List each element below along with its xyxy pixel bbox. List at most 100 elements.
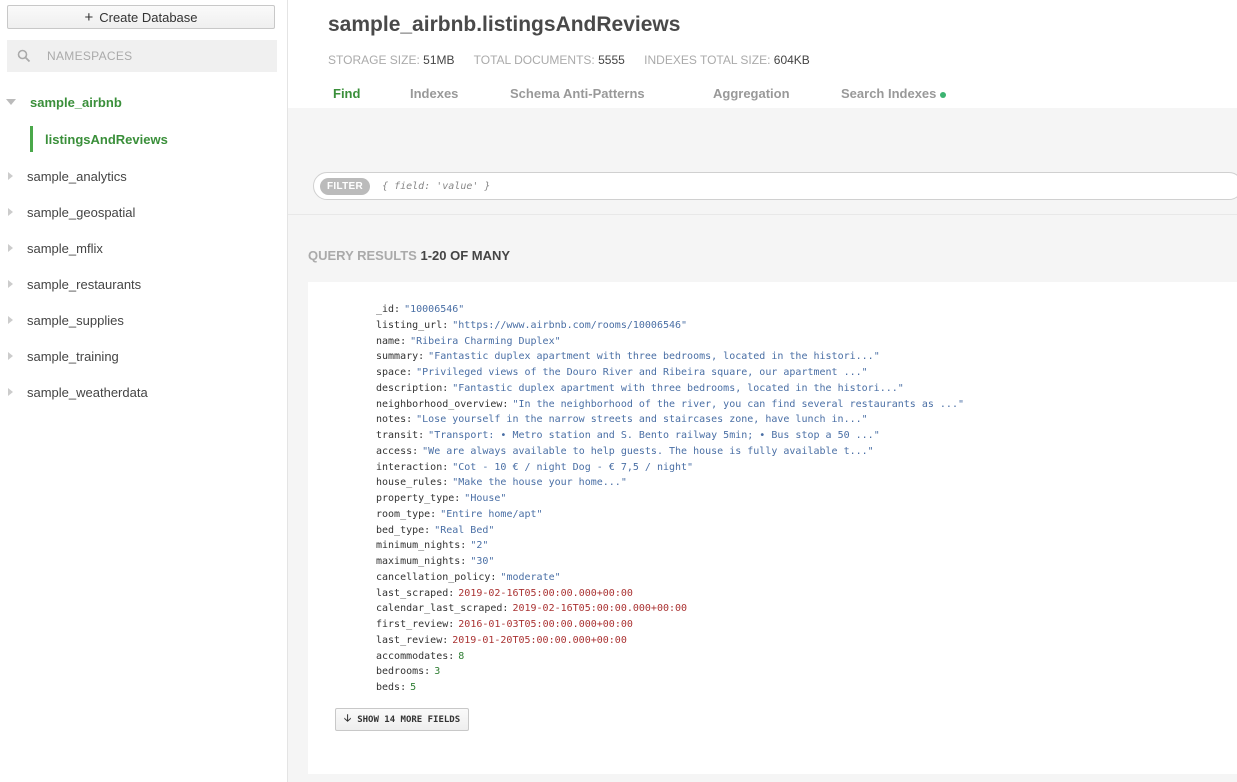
document-field[interactable]: last_review: 2019-01-20T05:00:00.000+00:0… xyxy=(376,633,964,649)
field-key: property_type: xyxy=(376,493,461,504)
field-value: "Privileged views of the Douro River and… xyxy=(416,367,868,378)
document-field[interactable]: listing_url: "https://www.airbnb.com/room… xyxy=(376,318,964,334)
field-key: accommodates: xyxy=(376,650,455,662)
document-field[interactable]: neighborhood_overview: "In the neighborho… xyxy=(376,397,964,413)
document-field[interactable]: minimum_nights: "2" xyxy=(376,538,964,554)
database-list: sample_airbnb listingsAndReviews sample_… xyxy=(0,84,287,410)
field-value: "Real Bed" xyxy=(434,524,495,536)
field-key: description: xyxy=(376,382,449,394)
field-value: "Fantastic duplex apartment with three b… xyxy=(452,382,904,394)
field-key: interaction: xyxy=(376,461,449,473)
field-value: "Ribeira Charming Duplex" xyxy=(410,335,561,347)
stat-label: TOTAL DOCUMENTS: xyxy=(473,53,595,67)
sidebar-item-sample-training[interactable]: sample_training xyxy=(0,338,287,374)
filter-bar: FILTER xyxy=(313,172,1237,200)
search-icon xyxy=(17,49,31,63)
field-value: 3 xyxy=(434,666,441,678)
indexes-size-stat: INDEXES TOTAL SIZE: 604KB xyxy=(644,53,810,67)
caret-right-icon[interactable] xyxy=(8,244,13,252)
caret-right-icon[interactable] xyxy=(8,280,13,288)
field-value: "moderate" xyxy=(500,571,561,583)
filter-label: FILTER xyxy=(320,177,371,195)
document-field[interactable]: house_rules: "Make the house your home...… xyxy=(376,475,964,491)
caret-down-icon[interactable] xyxy=(6,99,16,105)
stat-value: 5555 xyxy=(598,53,625,67)
document-field[interactable]: space: "Privileged views of the Douro Riv… xyxy=(376,365,964,381)
document-field[interactable]: maximum_nights: "30" xyxy=(376,554,964,570)
stat-label: STORAGE SIZE: xyxy=(328,53,420,67)
document-field[interactable]: transit: "Transport: • Metro station and … xyxy=(376,428,964,444)
caret-right-icon[interactable] xyxy=(8,352,13,360)
sidebar-item-listings-and-reviews[interactable]: listingsAndReviews xyxy=(0,120,287,158)
database-name: sample_airbnb xyxy=(30,94,122,110)
active-indicator xyxy=(30,126,33,152)
sidebar-item-sample-supplies[interactable]: sample_supplies xyxy=(0,302,287,338)
field-value: "Cot - 10 € / night Dog - € 7,5 / night" xyxy=(452,461,694,473)
sidebar-item-sample-geospatial[interactable]: sample_geospatial xyxy=(0,194,287,230)
tab-indexes[interactable]: Indexes xyxy=(410,86,458,101)
document-field[interactable]: notes: "Lose yourself in the narrow stree… xyxy=(376,412,964,428)
field-value: "Fantastic duplex apartment with three b… xyxy=(428,351,880,363)
document-card: _id: "10006546" listing_url: "https://www.a… xyxy=(308,282,1237,774)
stat-value: 51MB xyxy=(423,53,455,67)
sidebar-item-sample-weatherdata[interactable]: sample_weatherdata xyxy=(0,374,287,410)
document-field[interactable]: bed_type: "Real Bed" xyxy=(376,523,964,539)
field-value: "30" xyxy=(470,556,495,567)
sidebar-item-sample-mflix[interactable]: sample_mflix xyxy=(0,230,287,266)
status-dot-icon xyxy=(940,91,947,98)
database-name: sample_restaurants xyxy=(27,276,142,292)
create-database-button[interactable]: + Create Database xyxy=(7,5,275,29)
field-key: space: xyxy=(376,367,413,378)
caret-right-icon[interactable] xyxy=(8,316,13,324)
tab-schema-anti-patterns[interactable]: Schema Anti-Patterns xyxy=(510,86,645,101)
field-key: minimum_nights: xyxy=(376,540,467,552)
field-key: _id: xyxy=(376,304,401,315)
document-field[interactable]: room_type: "Entire home/apt" xyxy=(376,507,964,523)
field-value: 2019-01-20T05:00:00.000+00:00 xyxy=(452,634,627,646)
results-label: QUERY RESULTS xyxy=(308,248,417,263)
field-key: summary: xyxy=(376,351,425,363)
sidebar-item-sample-restaurants[interactable]: sample_restaurants xyxy=(0,266,287,302)
field-key: last_scraped: xyxy=(376,587,455,599)
field-value: "https://www.airbnb.com/rooms/10006546" xyxy=(452,319,688,331)
show-more-fields-button[interactable]: 🡣 SHOW 14 MORE FIELDS xyxy=(335,708,470,731)
tab-search-indexes[interactable]: Search Indexes xyxy=(841,86,947,101)
filter-input[interactable] xyxy=(380,179,785,193)
document-field[interactable]: first_review: 2016-01-03T05:00:00.000+00:… xyxy=(376,617,964,633)
field-key: house_rules: xyxy=(376,477,449,489)
namespace-search xyxy=(7,40,277,72)
document-field[interactable]: interaction: "Cot - 10 € / night Dog - € … xyxy=(376,460,964,476)
document-field[interactable]: access: "We are always available to help … xyxy=(376,444,964,460)
field-key: transit: xyxy=(376,430,425,441)
document-field[interactable]: cancellation_policy: "moderate" xyxy=(376,570,964,586)
document-field[interactable]: beds: 5 xyxy=(376,680,964,696)
field-value: "Entire home/apt" xyxy=(440,508,543,520)
document-field[interactable]: last_scraped: 2019-02-16T05:00:00.000+00:… xyxy=(376,586,964,602)
tab-find[interactable]: Find xyxy=(333,86,360,101)
storage-size-stat: STORAGE SIZE: 51MB xyxy=(328,53,455,67)
document-field[interactable]: accommodates: 8 xyxy=(376,649,964,665)
main-panel: sample_airbnb.listingsAndReviews STORAGE… xyxy=(288,0,1237,782)
field-key: beds: xyxy=(376,682,407,693)
sidebar-item-sample-airbnb[interactable]: sample_airbnb xyxy=(0,84,287,120)
query-toolbar: FILTER xyxy=(288,108,1237,215)
document-field[interactable]: property_type: "House" xyxy=(376,491,964,507)
document-field[interactable]: name: "Ribeira Charming Duplex" xyxy=(376,334,964,350)
document-field[interactable]: description: "Fantastic duplex apartment … xyxy=(376,381,964,397)
field-value: "In the neighborhood of the river, you c… xyxy=(512,398,964,410)
collection-stats: STORAGE SIZE: 51MB TOTAL DOCUMENTS: 5555… xyxy=(328,53,826,67)
namespace-search-input[interactable] xyxy=(45,48,249,64)
document-field[interactable]: _id: "10006546" xyxy=(376,302,964,318)
results-area: QUERY RESULTS 1-20 OF MANY _id: "10006546… xyxy=(288,215,1237,782)
caret-right-icon[interactable] xyxy=(8,388,13,396)
caret-right-icon[interactable] xyxy=(8,172,13,180)
document-field[interactable]: calendar_last_scraped: 2019-02-16T05:00:0… xyxy=(376,601,964,617)
sidebar-item-sample-analytics[interactable]: sample_analytics xyxy=(0,158,287,194)
document-field[interactable]: summary: "Fantastic duplex apartment with… xyxy=(376,349,964,365)
tab-aggregation[interactable]: Aggregation xyxy=(713,86,790,101)
document-field[interactable]: bedrooms: 3 xyxy=(376,664,964,680)
document-fields: _id: "10006546" listing_url: "https://www.a… xyxy=(376,302,964,696)
caret-right-icon[interactable] xyxy=(8,208,13,216)
database-name: sample_weatherdata xyxy=(27,384,148,400)
field-value: 5 xyxy=(410,682,417,693)
